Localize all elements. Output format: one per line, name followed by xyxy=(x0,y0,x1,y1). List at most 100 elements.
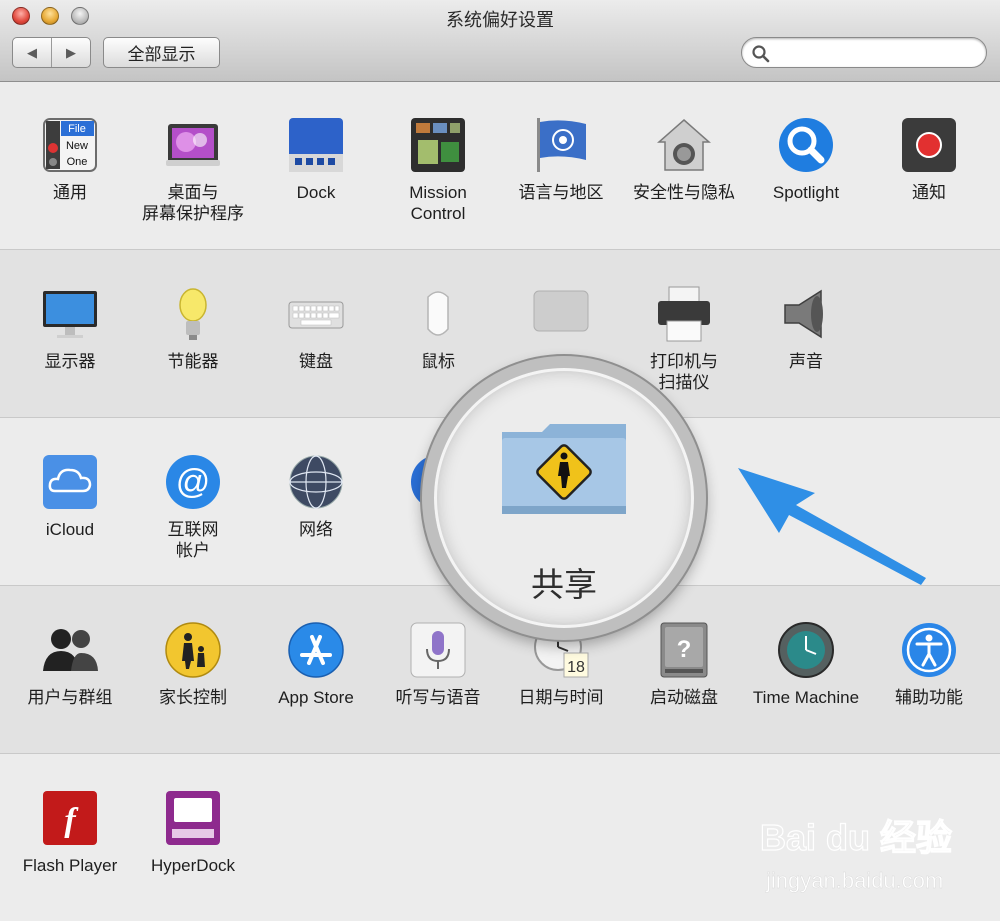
pane-label: 显示器 xyxy=(44,352,96,371)
pane-label: 家长控制 xyxy=(159,688,227,707)
pane-label: Flash Player xyxy=(22,856,118,875)
pane-time-machine[interactable]: Time Machine xyxy=(745,621,867,708)
pane-trackpad[interactable] xyxy=(500,285,622,351)
annotation-arrow xyxy=(738,468,926,585)
pane-label: Spotlight xyxy=(772,183,840,202)
mouse-icon xyxy=(427,291,449,336)
pane-label: 日期与时间 xyxy=(518,688,604,707)
pane-label: 桌面与 屏幕保护程序 xyxy=(142,183,244,223)
pane-notifications[interactable]: 通知 xyxy=(868,116,990,203)
pane-flash-player[interactable]: f Flash Player xyxy=(9,789,131,876)
pane-icloud[interactable]: iCloud xyxy=(9,453,131,540)
pane-label: 互联网 帐户 xyxy=(167,520,219,560)
dictation-speech-icon xyxy=(410,622,466,678)
pane-label: iCloud xyxy=(45,520,95,539)
title-bar: 系统偏好设置 ◀ ▶ 全部显示 xyxy=(0,0,1000,82)
pane-desktop-screensaver[interactable]: 桌面与 屏幕保护程序 xyxy=(132,116,254,224)
pane-mouse[interactable]: 鼠标 xyxy=(377,285,499,372)
app-store-icon xyxy=(288,622,344,678)
pane-network[interactable]: 网络 xyxy=(255,453,377,540)
desktop-screensaver-icon xyxy=(166,124,220,166)
printers-scanners-icon xyxy=(658,286,710,342)
icloud-icon xyxy=(43,455,97,509)
pane-security-privacy[interactable]: 安全性与隐私 xyxy=(623,116,745,203)
search-field[interactable] xyxy=(741,37,987,68)
mission-control-icon xyxy=(411,118,465,172)
pane-label: 听写与语音 xyxy=(395,688,481,707)
pane-app-store[interactable]: App Store xyxy=(255,621,377,708)
pane-dock[interactable]: Dock xyxy=(255,116,377,203)
security-privacy-icon xyxy=(657,119,711,171)
svg-text:18: 18 xyxy=(567,659,585,676)
pane-label: 用户与群组 xyxy=(27,688,113,707)
hyperdock-icon xyxy=(166,791,220,845)
language-region-icon xyxy=(537,118,586,172)
general-icon: File New One xyxy=(43,118,97,172)
pane-printers-scanners[interactable]: 打印机与 扫描仪 xyxy=(623,285,745,393)
pane-label: 通用 xyxy=(53,183,87,202)
pane-label: Time Machine xyxy=(752,688,860,707)
displays-icon xyxy=(43,291,97,338)
pane-label: 节能器 xyxy=(167,352,219,371)
svg-text:One: One xyxy=(67,156,88,168)
search-icon xyxy=(752,45,770,63)
time-machine-icon xyxy=(778,622,834,678)
pane-accessibility[interactable]: 辅助功能 xyxy=(868,621,990,708)
pane-label: 通知 xyxy=(912,183,946,202)
back-button[interactable]: ◀ xyxy=(13,38,51,67)
pane-general[interactable]: File New One 通用 xyxy=(9,116,131,203)
magnifier-lens: 共享 xyxy=(422,356,706,640)
pane-keyboard[interactable]: 键盘 xyxy=(255,285,377,372)
svg-text:@: @ xyxy=(176,463,211,501)
parental-controls-icon xyxy=(165,622,221,678)
back-forward-control: ◀ ▶ xyxy=(12,37,91,68)
pane-energy-saver[interactable]: 节能器 xyxy=(132,285,254,372)
forward-button[interactable]: ▶ xyxy=(51,38,90,67)
svg-text:File: File xyxy=(68,123,86,135)
pane-label: 辅助功能 xyxy=(895,688,963,707)
search-input[interactable] xyxy=(776,42,980,65)
keyboard-icon xyxy=(288,301,344,329)
energy-saver-icon xyxy=(179,288,207,340)
pane-label: Mission Control xyxy=(409,183,467,223)
pane-label: 声音 xyxy=(789,352,823,371)
pane-label: 启动磁盘 xyxy=(650,688,718,707)
pane-label: 网络 xyxy=(299,520,333,539)
svg-text:New: New xyxy=(66,140,88,152)
baidu-watermark-logo: Bai du 经验 jingyan.baidu.com xyxy=(760,816,953,893)
sharing-label: 共享 xyxy=(531,566,597,603)
trackpad-icon xyxy=(533,290,589,332)
sound-icon xyxy=(784,289,823,339)
pane-label: 安全性与隐私 xyxy=(633,183,735,202)
pane-internet-accounts[interactable]: @ 互联网 帐户 xyxy=(132,453,254,561)
pane-label: HyperDock xyxy=(150,856,236,875)
spotlight-icon xyxy=(779,118,833,172)
show-all-button[interactable]: 全部显示 xyxy=(103,37,220,68)
pane-startup-disk[interactable]: ? 启动磁盘 xyxy=(623,621,745,708)
startup-disk-icon: ? xyxy=(660,622,708,678)
pane-label: App Store xyxy=(278,688,354,707)
notifications-icon xyxy=(902,118,956,172)
pane-users-groups[interactable]: 用户与群组 xyxy=(9,621,131,708)
section-personal: File New One 通用 桌面与 屏幕保护程序 Dock Mission … xyxy=(0,82,1000,250)
pane-mission-control[interactable]: Mission Control xyxy=(377,116,499,224)
pane-dictation-speech[interactable]: 听写与语音 xyxy=(377,621,499,708)
pane-label: 鼠标 xyxy=(421,352,455,371)
pane-sound[interactable]: 声音 xyxy=(745,285,867,372)
network-icon xyxy=(289,455,343,509)
internet-accounts-icon: @ xyxy=(166,455,220,509)
window-title: 系统偏好设置 xyxy=(446,10,554,30)
svg-text:jingyan.baidu.com: jingyan.baidu.com xyxy=(765,868,943,893)
pane-label: 键盘 xyxy=(299,352,333,371)
pane-label: 语言与地区 xyxy=(518,183,604,202)
pane-language-region[interactable]: 语言与地区 xyxy=(500,116,622,203)
pane-label: Dock xyxy=(296,183,336,202)
pane-displays[interactable]: 显示器 xyxy=(9,285,131,372)
svg-text:?: ? xyxy=(677,636,692,663)
system-preferences-window: 系统偏好设置 ◀ ▶ 全部显示 File New One 通用 桌面与 屏幕保护… xyxy=(0,0,1000,921)
dock-icon xyxy=(289,118,343,172)
sharing-folder-icon xyxy=(502,424,626,514)
pane-spotlight[interactable]: Spotlight xyxy=(745,116,867,203)
pane-parental-controls[interactable]: 家长控制 xyxy=(132,621,254,708)
pane-hyperdock[interactable]: HyperDock xyxy=(132,789,254,876)
